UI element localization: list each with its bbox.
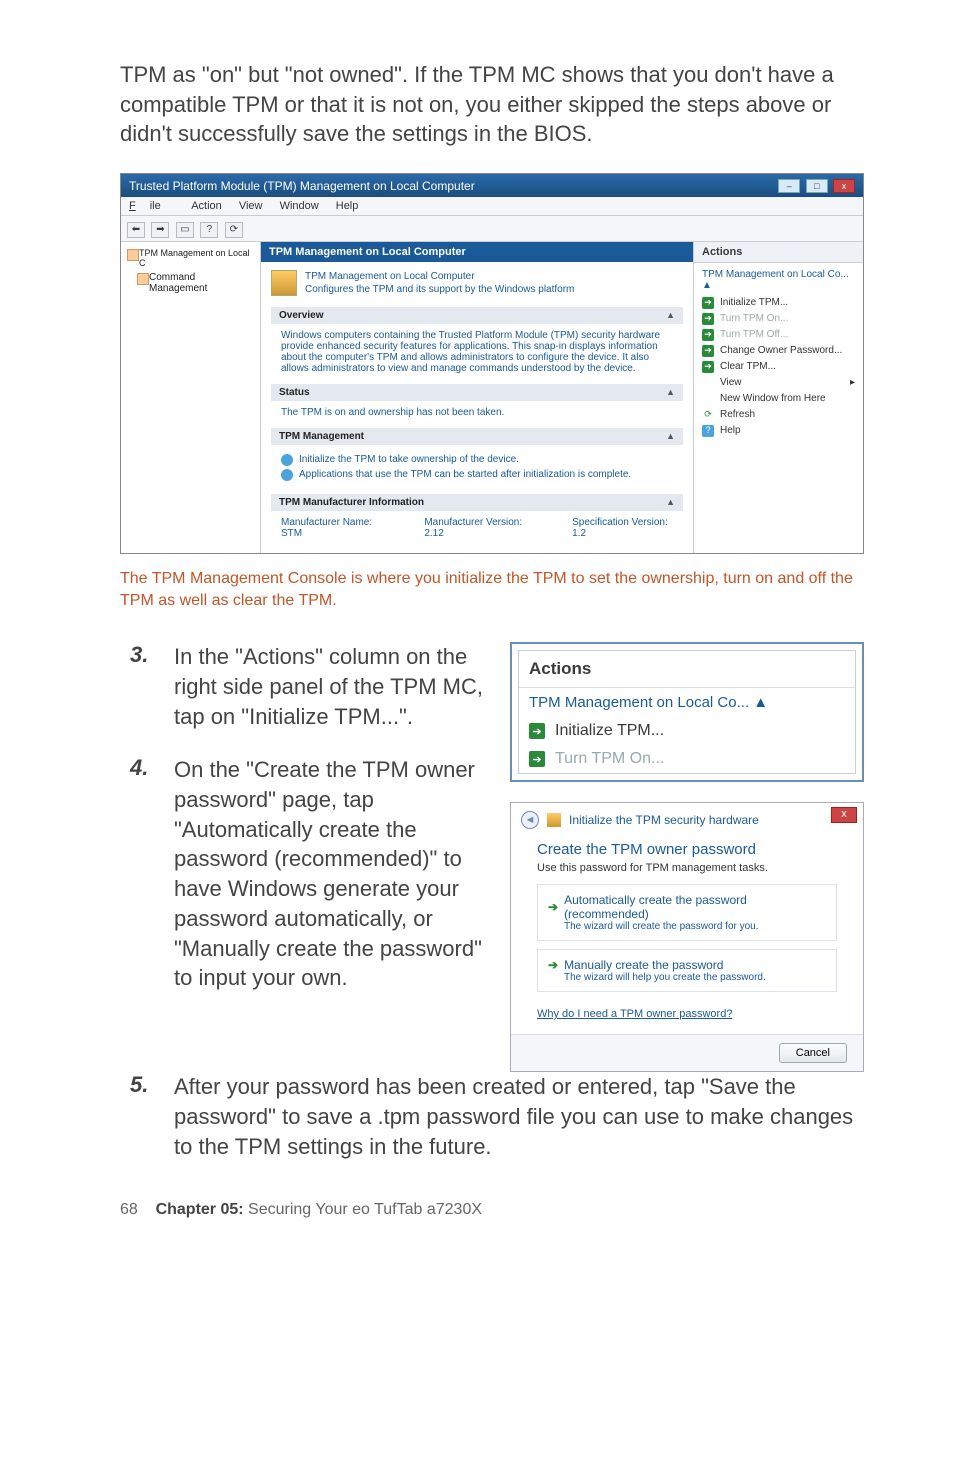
conf-sub: Configures the TPM and its support by th… (305, 283, 574, 297)
refresh-icon: ⟳ (702, 409, 714, 421)
action-initialize[interactable]: ➔Initialize TPM... (519, 717, 855, 745)
actions-group: TPM Management on Local Co... ▲ (519, 688, 855, 717)
back-icon[interactable]: ◄ (521, 811, 539, 829)
chapter-label: Chapter 05: (156, 1201, 244, 1218)
action-view[interactable]: View▸ (702, 375, 855, 391)
step-3-text: In the "Actions" column on the right sid… (174, 642, 484, 731)
center-pane: TPM Management on Local Computer TPM Man… (261, 242, 693, 553)
action-refresh[interactable]: ⟳Refresh (702, 407, 855, 423)
step-number-4: 4. (130, 755, 156, 993)
action-turn-on: ➔Turn TPM On... (702, 311, 855, 327)
collapse-icon[interactable]: ▲ (666, 310, 675, 320)
close-icon[interactable]: x (833, 179, 855, 193)
option-auto-desc: The wizard will create the password for … (564, 921, 826, 932)
chapter-title: Securing Your eo TufTab a7230X (244, 1201, 482, 1218)
conf-title: TPM Management on Local Computer (305, 270, 574, 284)
maximize-icon[interactable]: □ (806, 179, 828, 193)
menu-file[interactable]: File (129, 200, 175, 212)
step-number-5: 5. (130, 1072, 156, 1161)
actions-head: Actions (519, 651, 855, 688)
wizard-heading: Create the TPM owner password (537, 841, 837, 858)
action-turn-off: ➔Turn TPM Off... (702, 327, 855, 343)
arrow-icon: ➔ (702, 329, 714, 341)
cancel-button[interactable]: Cancel (779, 1043, 847, 1063)
arrow-icon: ➔ (702, 361, 714, 373)
arrow-icon: ➔ (548, 900, 558, 914)
properties-icon[interactable]: ▭ (176, 222, 194, 238)
spec-ver: Specification Version: 1.2 (572, 517, 673, 539)
intro-text: TPM as "on" but "not owned". If the TPM … (120, 60, 864, 149)
action-new-window[interactable]: New Window from Here (702, 391, 855, 407)
collapse-icon[interactable]: ▲ (666, 431, 675, 441)
wizard-title: Initialize the TPM security hardware (569, 813, 759, 827)
window-title: Trusted Platform Module (TPM) Management… (129, 179, 475, 193)
refresh-icon[interactable]: ⟳ (225, 222, 243, 238)
overview-text: Windows computers containing the Trusted… (271, 324, 683, 380)
step-number-3: 3. (130, 642, 156, 731)
option-manual-desc: The wizard will help you create the pass… (564, 972, 826, 983)
manu-ver: Manufacturer Version: 2.12 (424, 517, 532, 539)
mgmt-line1: Initialize the TPM to take ownership of … (299, 454, 519, 465)
status-text: The TPM is on and ownership has not been… (271, 401, 683, 424)
info-icon (281, 469, 293, 481)
nav-fwd-icon[interactable]: ➡ (151, 222, 169, 238)
why-link[interactable]: Why do I need a TPM owner password? (537, 1008, 732, 1020)
page-footer: 68 Chapter 05: Securing Your eo TufTab a… (120, 1201, 864, 1219)
mmc-window: Trusted Platform Module (TPM) Management… (120, 173, 864, 554)
figure-caption: The TPM Management Console is where you … (120, 568, 864, 613)
actions-head: Actions (694, 242, 863, 263)
collapse-icon[interactable]: ▲ (666, 387, 675, 397)
action-clear[interactable]: ➔Clear TPM... (702, 359, 855, 375)
menu-window[interactable]: Window (280, 200, 319, 212)
page-number: 68 (120, 1201, 138, 1218)
mgmt-heading: TPM Management (279, 431, 364, 442)
overview-heading: Overview (279, 310, 323, 321)
actions-group: TPM Management on Local Co... ▲ (702, 267, 855, 295)
tree-pane: TPM Management on Local C Command Manage… (121, 242, 261, 553)
action-initialize[interactable]: ➔Initialize TPM... (702, 295, 855, 311)
action-turn-on: ➔Turn TPM On... (519, 745, 855, 773)
option-auto[interactable]: ➔Automatically create the password (reco… (537, 884, 837, 941)
info-icon (281, 454, 293, 466)
actions-pane: Actions TPM Management on Local Co... ▲ … (693, 242, 863, 553)
menu-view[interactable]: View (239, 200, 263, 212)
arrow-icon: ➔ (702, 313, 714, 325)
arrow-icon: ➔ (548, 958, 558, 972)
menu-help[interactable]: Help (336, 200, 359, 212)
mgmt-line2: Applications that use the TPM can be sta… (299, 469, 631, 480)
manu-name: Manufacturer Name: STM (281, 517, 384, 539)
wizard-sub: Use this password for TPM management tas… (537, 862, 837, 874)
minimize-icon[interactable]: – (778, 179, 800, 193)
action-change-pwd[interactable]: ➔Change Owner Password... (702, 343, 855, 359)
center-title: TPM Management on Local Computer (261, 242, 693, 262)
menu-action[interactable]: Action (191, 200, 222, 212)
nav-back-icon[interactable]: ⬅ (127, 222, 145, 238)
collapse-icon[interactable]: ▲ (666, 497, 675, 507)
actions-panel-detail: Actions TPM Management on Local Co... ▲ … (510, 642, 864, 782)
tpm-wizard-dialog: x ◄ Initialize the TPM security hardware… (510, 802, 864, 1072)
tpm-chip-icon (271, 270, 297, 296)
help-icon[interactable]: ? (200, 222, 218, 238)
action-help[interactable]: ?Help (702, 423, 855, 439)
step-5-text: After your password has been created or … (174, 1072, 864, 1161)
menu-bar: File Action View Window Help (121, 197, 863, 216)
toolbar: ⬅ ➡ ▭ ? ⟳ (121, 216, 863, 242)
step-4-text: On the "Create the TPM owner password" p… (174, 755, 484, 993)
arrow-icon: ➔ (529, 723, 545, 739)
manu-heading: TPM Manufacturer Information (279, 497, 424, 508)
tree-node-command[interactable]: Command Management (135, 270, 256, 296)
arrow-icon: ➔ (702, 345, 714, 357)
tree-node-tpm[interactable]: TPM Management on Local C (125, 246, 256, 270)
arrow-icon: ➔ (529, 751, 545, 767)
status-heading: Status (279, 387, 310, 398)
close-icon[interactable]: x (831, 807, 857, 823)
arrow-icon: ➔ (702, 297, 714, 309)
option-manual[interactable]: ➔Manually create the password The wizard… (537, 949, 837, 992)
help-icon: ? (702, 425, 714, 437)
tpm-chip-icon (547, 813, 561, 827)
